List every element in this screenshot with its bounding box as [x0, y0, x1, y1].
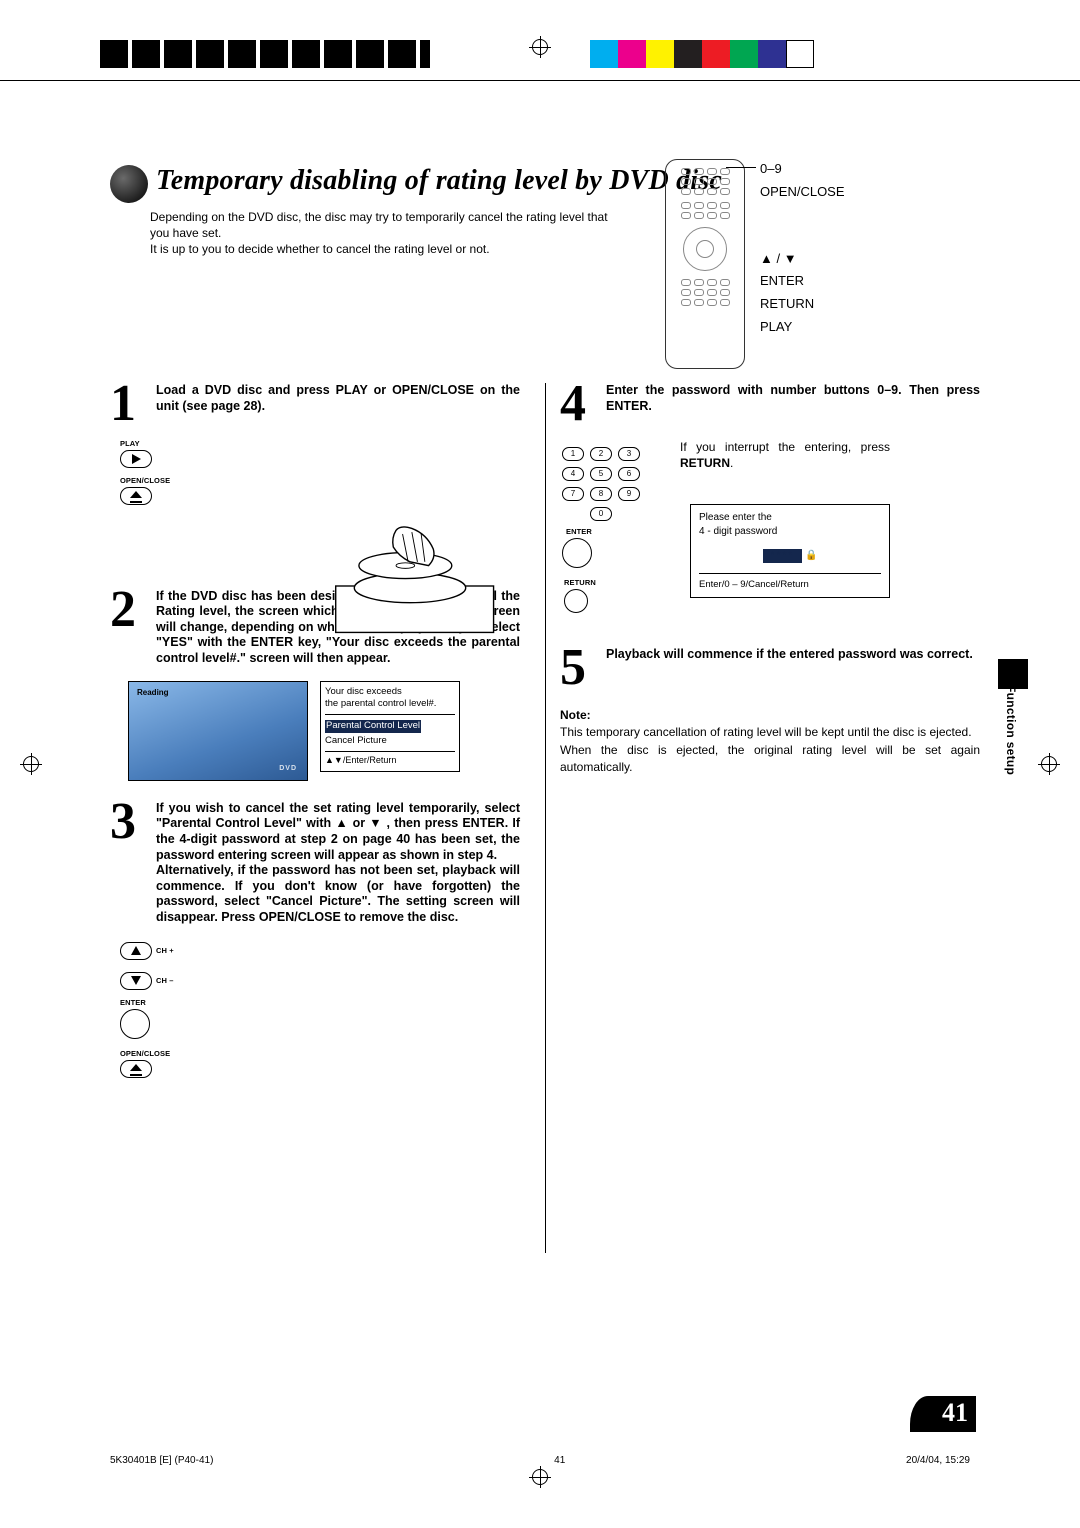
intro-line1: Depending on the DVD disc, the disc may … — [150, 210, 608, 240]
number-keypad-icon: 1 2 3 4 5 6 7 8 9 0 — [562, 447, 660, 521]
ch-plus-button-icon — [120, 942, 152, 960]
pw-line1: Please enter the — [699, 511, 881, 525]
step-5-text: Playback will commence if the entered pa… — [606, 647, 973, 689]
dlg-footer: ▲▼/Enter/Return — [325, 751, 455, 767]
key-7: 7 — [562, 487, 584, 501]
step-number: 2 — [110, 589, 150, 667]
remote-label-updown: ▲ / ▼ — [760, 249, 845, 270]
dlg-line1: Your disc exceeds — [325, 686, 455, 698]
footer-mid: 41 — [554, 1455, 565, 1466]
step-3: 3 If you wish to cancel the set rating l… — [110, 801, 520, 926]
remote-label-play: PLAY — [760, 317, 845, 338]
column-divider — [545, 383, 546, 1253]
pw-line2: 4 - digit password — [699, 525, 881, 539]
dlg-option-cancel: Cancel Picture — [325, 735, 387, 746]
dpad-icon — [683, 227, 727, 271]
key-4: 4 — [562, 467, 584, 481]
step-4-row: 1 2 3 4 5 6 7 8 9 0 ENTER RETURN — [560, 439, 980, 623]
print-color-bar — [590, 40, 814, 68]
intro-line2: It is up to you to decide whether to can… — [150, 242, 490, 256]
step-4-text: Enter the password with number buttons 0… — [606, 383, 980, 425]
top-rule — [0, 80, 1080, 81]
step-1: 1 Load a DVD disc and press PLAY or OPEN… — [110, 383, 520, 425]
key-5: 5 — [590, 467, 612, 481]
registration-mark-left — [20, 753, 42, 775]
title-row: Temporary disabling of rating level by D… — [110, 165, 980, 203]
parental-dialog: Your disc exceeds the parental control l… — [320, 681, 460, 772]
key-9: 9 — [618, 487, 640, 501]
open-close-label: OPEN/CLOSE — [120, 1049, 520, 1058]
ch-minus-label: CH – — [156, 976, 174, 985]
print-footer: 5K30401B [E] (P40-41) 41 20/4/04, 15:29 — [110, 1455, 970, 1466]
enter-label: ENTER — [566, 527, 660, 536]
footer-left: 5K30401B [E] (P40-41) — [110, 1455, 213, 1466]
page-number: 41 — [910, 1396, 976, 1432]
page-content: Temporary disabling of rating level by D… — [110, 165, 980, 1428]
footer-right: 20/4/04, 15:29 — [906, 1455, 970, 1466]
step-5: 5 Playback will commence if the entered … — [560, 647, 980, 689]
ch-plus-label: CH + — [156, 946, 174, 955]
remote-labels: 0–9 OPEN/CLOSE ▲ / ▼ ENTER RETURN PLAY — [760, 159, 845, 340]
remote-label-09: 0–9 — [760, 159, 845, 180]
note-line1: This temporary cancellation of rating le… — [560, 724, 980, 740]
step-3-buttons: CH + CH – ENTER OPEN/CLOSE — [120, 942, 520, 1078]
dlg-line2: the parental control level#. — [325, 698, 455, 710]
step-number: 3 — [110, 801, 150, 926]
play-button-icon — [120, 450, 152, 468]
key-0: 0 — [590, 507, 612, 521]
open-close-label: OPEN/CLOSE — [120, 476, 520, 485]
intro-text: Depending on the DVD disc, the disc may … — [150, 209, 630, 258]
enter-button-icon — [562, 538, 592, 568]
play-label: PLAY — [120, 439, 520, 448]
remote-label-open: OPEN/CLOSE — [760, 182, 845, 203]
key-8: 8 — [590, 487, 612, 501]
open-close-button-icon — [120, 487, 152, 505]
reading-screen-illustration: Reading DVD — [128, 681, 308, 781]
step-1-buttons: PLAY OPEN/CLOSE — [120, 439, 520, 505]
disc-tray-illustration — [300, 521, 520, 651]
page-title: Temporary disabling of rating level by D… — [156, 165, 722, 197]
registration-mark-top — [529, 36, 551, 58]
registration-mark-bottom — [529, 1466, 551, 1488]
remote-illustration — [665, 159, 745, 369]
key-3: 3 — [618, 447, 640, 461]
password-mask-icon: **** — [763, 549, 803, 563]
note-heading: Note: — [560, 708, 980, 722]
step-number: 4 — [560, 383, 600, 425]
dlg-option-parental: Parental Control Level — [325, 720, 421, 732]
step-4: 4 Enter the password with number buttons… — [560, 383, 980, 425]
dvd-logo-icon: DVD — [279, 765, 297, 772]
title-bullet-icon — [110, 165, 148, 203]
return-button-icon — [564, 589, 588, 613]
step-3-text: If you wish to cancel the set rating lev… — [156, 801, 520, 926]
enter-label: ENTER — [120, 998, 520, 1007]
reading-label: Reading — [137, 688, 169, 697]
enter-button-icon — [120, 1009, 150, 1039]
key-2: 2 — [590, 447, 612, 461]
interrupt-text: If you interrupt the entering, press RET… — [680, 439, 890, 473]
pw-footer: Enter/0 – 9/Cancel/Return — [699, 573, 881, 591]
registration-mark-right — [1038, 753, 1060, 775]
remote-label-return: RETURN — [760, 294, 845, 315]
step-number: 1 — [110, 383, 150, 425]
section-tab: Function setup — [1004, 685, 1018, 775]
step-1-text: Load a DVD disc and press PLAY or OPEN/C… — [156, 383, 520, 425]
remote-label-enter: ENTER — [760, 271, 845, 292]
return-label: RETURN — [564, 578, 660, 587]
note-line2: When the disc is ejected, the original r… — [560, 742, 980, 774]
key-1: 1 — [562, 447, 584, 461]
key-6: 6 — [618, 467, 640, 481]
open-close-button-icon — [120, 1060, 152, 1078]
print-black-bar — [100, 40, 430, 68]
lock-icon: 🔒 — [805, 550, 817, 561]
step-number: 5 — [560, 647, 600, 689]
ch-minus-button-icon — [120, 972, 152, 990]
password-dialog: Please enter the 4 - digit password ****… — [690, 504, 890, 598]
